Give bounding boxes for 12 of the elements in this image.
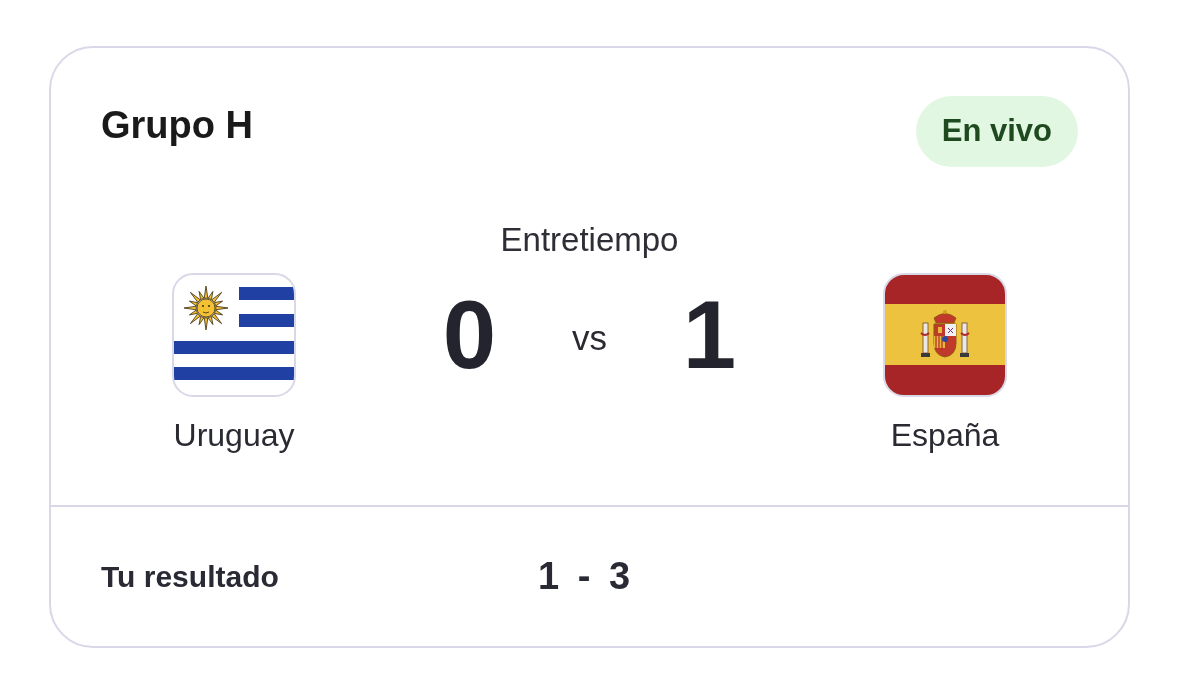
uruguay-flag-icon	[172, 273, 296, 397]
score: 0	[441, 285, 498, 385]
live-badge: En vivo	[915, 96, 1078, 167]
vs-label: vs	[571, 318, 608, 358]
team-name: Uruguay	[173, 416, 295, 454]
score: 1	[681, 285, 738, 385]
group-title: Grupo H	[101, 103, 253, 147]
spain-flag-icon	[883, 273, 1007, 397]
prediction-label: Tu resultado	[101, 559, 279, 595]
match-period-label: Entretiempo	[500, 220, 679, 260]
prediction-score: 1 - 3	[538, 554, 631, 599]
team-name: España	[890, 416, 1000, 454]
